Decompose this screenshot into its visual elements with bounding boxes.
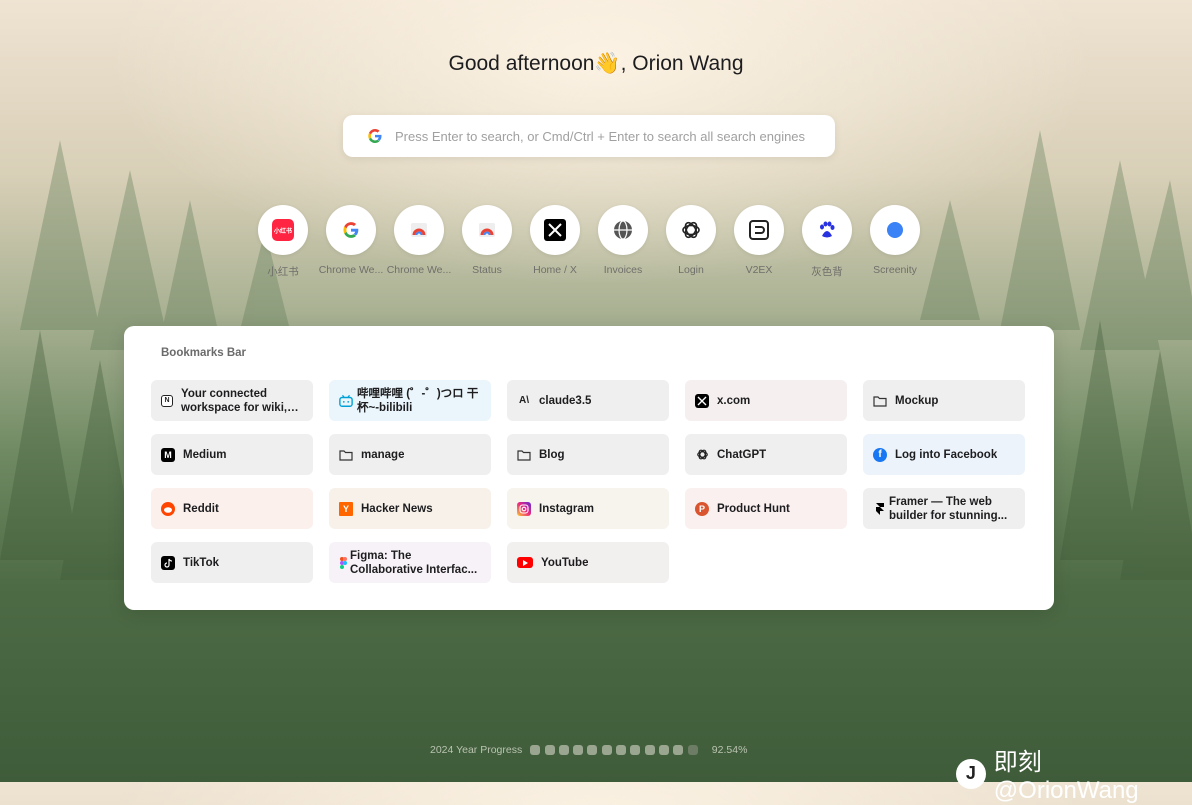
year-progress-label: 2024 Year Progress xyxy=(430,744,523,756)
facebook-icon: f xyxy=(873,447,887,462)
bookmark-producthunt[interactable]: P Product Hunt xyxy=(685,488,847,529)
shortcut-login[interactable]: Login xyxy=(657,205,725,279)
search-input[interactable] xyxy=(393,127,817,145)
bookmark-bilibili[interactable]: 哔哩哔哩 (゜-゜)つロ 干杯~-bilibili xyxy=(329,380,491,421)
bookmark-facebook[interactable]: f Log into Facebook xyxy=(863,434,1025,475)
progress-dot xyxy=(630,745,641,755)
chrome-webstore-icon xyxy=(411,223,427,237)
bookmarks-title: Bookmarks Bar xyxy=(161,347,247,359)
google-icon xyxy=(343,222,359,238)
progress-dot xyxy=(573,745,584,755)
year-progress: 2024 Year Progress 92.54% xyxy=(430,744,747,756)
medium-icon: M xyxy=(161,447,175,462)
watermark-text: 即刻 @OrionWang xyxy=(993,749,1139,804)
tiktok-icon xyxy=(161,555,175,570)
progress-dot xyxy=(558,745,569,755)
framer-icon xyxy=(873,502,887,516)
year-progress-bar xyxy=(530,745,702,755)
progress-dot xyxy=(673,745,684,755)
bookmark-figma[interactable]: Figma: The Collaborative Interfac... xyxy=(329,542,491,583)
shortcut-status[interactable]: Status xyxy=(453,205,521,279)
shortcut-chrome-web-1[interactable]: Chrome We... xyxy=(317,205,385,279)
shortcut-label: Invoices xyxy=(603,264,643,276)
progress-dot xyxy=(530,745,541,755)
shortcut-label: Screenity xyxy=(873,264,917,276)
youtube-icon xyxy=(517,557,533,568)
reddit-icon xyxy=(161,501,175,516)
bookmarks-panel: Bookmarks Bar N Your connected workspace… xyxy=(124,326,1054,610)
figma-icon xyxy=(339,556,347,570)
shortcut-label: V2EX xyxy=(745,264,773,276)
shortcut-xiaohongshu[interactable]: 小红书 小红书 xyxy=(249,205,317,279)
bookmark-instagram[interactable]: Instagram xyxy=(507,488,669,529)
progress-dot xyxy=(616,745,627,755)
openai-icon xyxy=(695,448,709,462)
bookmark-x[interactable]: x.com xyxy=(685,380,847,421)
shortcut-label: 灰色背 xyxy=(811,266,843,278)
bilibili-icon xyxy=(339,394,353,408)
instagram-icon xyxy=(517,501,531,516)
bookmark-youtube[interactable]: YouTube xyxy=(507,542,669,583)
shortcut-label: Chrome We... xyxy=(386,264,452,276)
bookmark-reddit[interactable]: Reddit xyxy=(151,488,313,529)
bookmark-folder-manage[interactable]: manage xyxy=(329,434,491,475)
shortcut-home-x[interactable]: Home / X xyxy=(521,205,589,279)
globe-icon xyxy=(614,220,632,240)
notion-icon: N xyxy=(161,394,173,407)
screenity-icon xyxy=(887,222,903,238)
shortcut-screenity[interactable]: Screenity xyxy=(861,205,929,279)
producthunt-icon: P xyxy=(695,501,709,516)
progress-dot xyxy=(544,745,555,755)
bookmark-hackernews[interactable]: Y Hacker News xyxy=(329,488,491,529)
bookmark-tiktok[interactable]: TikTok xyxy=(151,542,313,583)
bookmark-folder-mockup[interactable]: Mockup xyxy=(863,380,1025,421)
v2ex-icon xyxy=(749,220,769,240)
greeting-heading: Good afternoon👋, Orion Wang xyxy=(448,52,744,75)
openai-icon xyxy=(682,221,700,239)
x-icon xyxy=(695,393,709,408)
shortcut-baidu[interactable]: 灰色背 xyxy=(793,205,861,279)
shortcut-label: 小红书 xyxy=(267,266,299,278)
search-bar[interactable] xyxy=(343,115,835,157)
watermark: J 即刻 @OrionWang xyxy=(956,742,1192,805)
bookmark-chatgpt[interactable]: ChatGPT xyxy=(685,434,847,475)
chrome-webstore-icon xyxy=(479,223,495,237)
shortcut-invoices[interactable]: Invoices xyxy=(589,205,657,279)
progress-dot xyxy=(601,745,612,755)
progress-dot xyxy=(687,745,698,755)
shortcut-label: Home / X xyxy=(533,264,577,276)
bookmark-folder-blog[interactable]: Blog xyxy=(507,434,669,475)
progress-dot xyxy=(658,745,669,755)
shortcut-label: Chrome We... xyxy=(318,264,384,276)
bookmark-framer[interactable]: Framer — The web builder for stunning... xyxy=(863,488,1025,529)
baidu-paw-icon xyxy=(820,221,835,238)
jike-logo-icon: J xyxy=(956,758,986,789)
bookmark-medium[interactable]: M Medium xyxy=(151,434,313,475)
bookmark-notion[interactable]: N Your connected workspace for wiki, do.… xyxy=(151,380,313,421)
shortcut-chrome-web-2[interactable]: Chrome We... xyxy=(385,205,453,279)
year-progress-percent: 92.54% xyxy=(711,744,748,756)
bookmarks-grid: N Your connected workspace for wiki, do.… xyxy=(151,380,1025,583)
folder-icon xyxy=(339,448,353,462)
bookmark-claude[interactable]: A\ claude3.5 xyxy=(507,380,669,421)
progress-dot xyxy=(587,745,598,755)
shortcut-label: Login xyxy=(678,264,704,276)
shortcut-row: 小红书 小红书 Chrome We... Chrome We... Status… xyxy=(249,205,929,279)
anthropic-icon: A\ xyxy=(519,395,529,406)
shortcut-label: Status xyxy=(472,264,502,276)
google-icon[interactable] xyxy=(367,128,383,144)
folder-icon xyxy=(873,394,887,408)
progress-dot xyxy=(644,745,655,755)
shortcut-v2ex[interactable]: V2EX xyxy=(725,205,793,279)
hackernews-icon: Y xyxy=(339,501,353,516)
x-icon xyxy=(544,219,566,241)
folder-icon xyxy=(517,448,531,462)
xiaohongshu-icon: 小红书 xyxy=(272,219,294,241)
